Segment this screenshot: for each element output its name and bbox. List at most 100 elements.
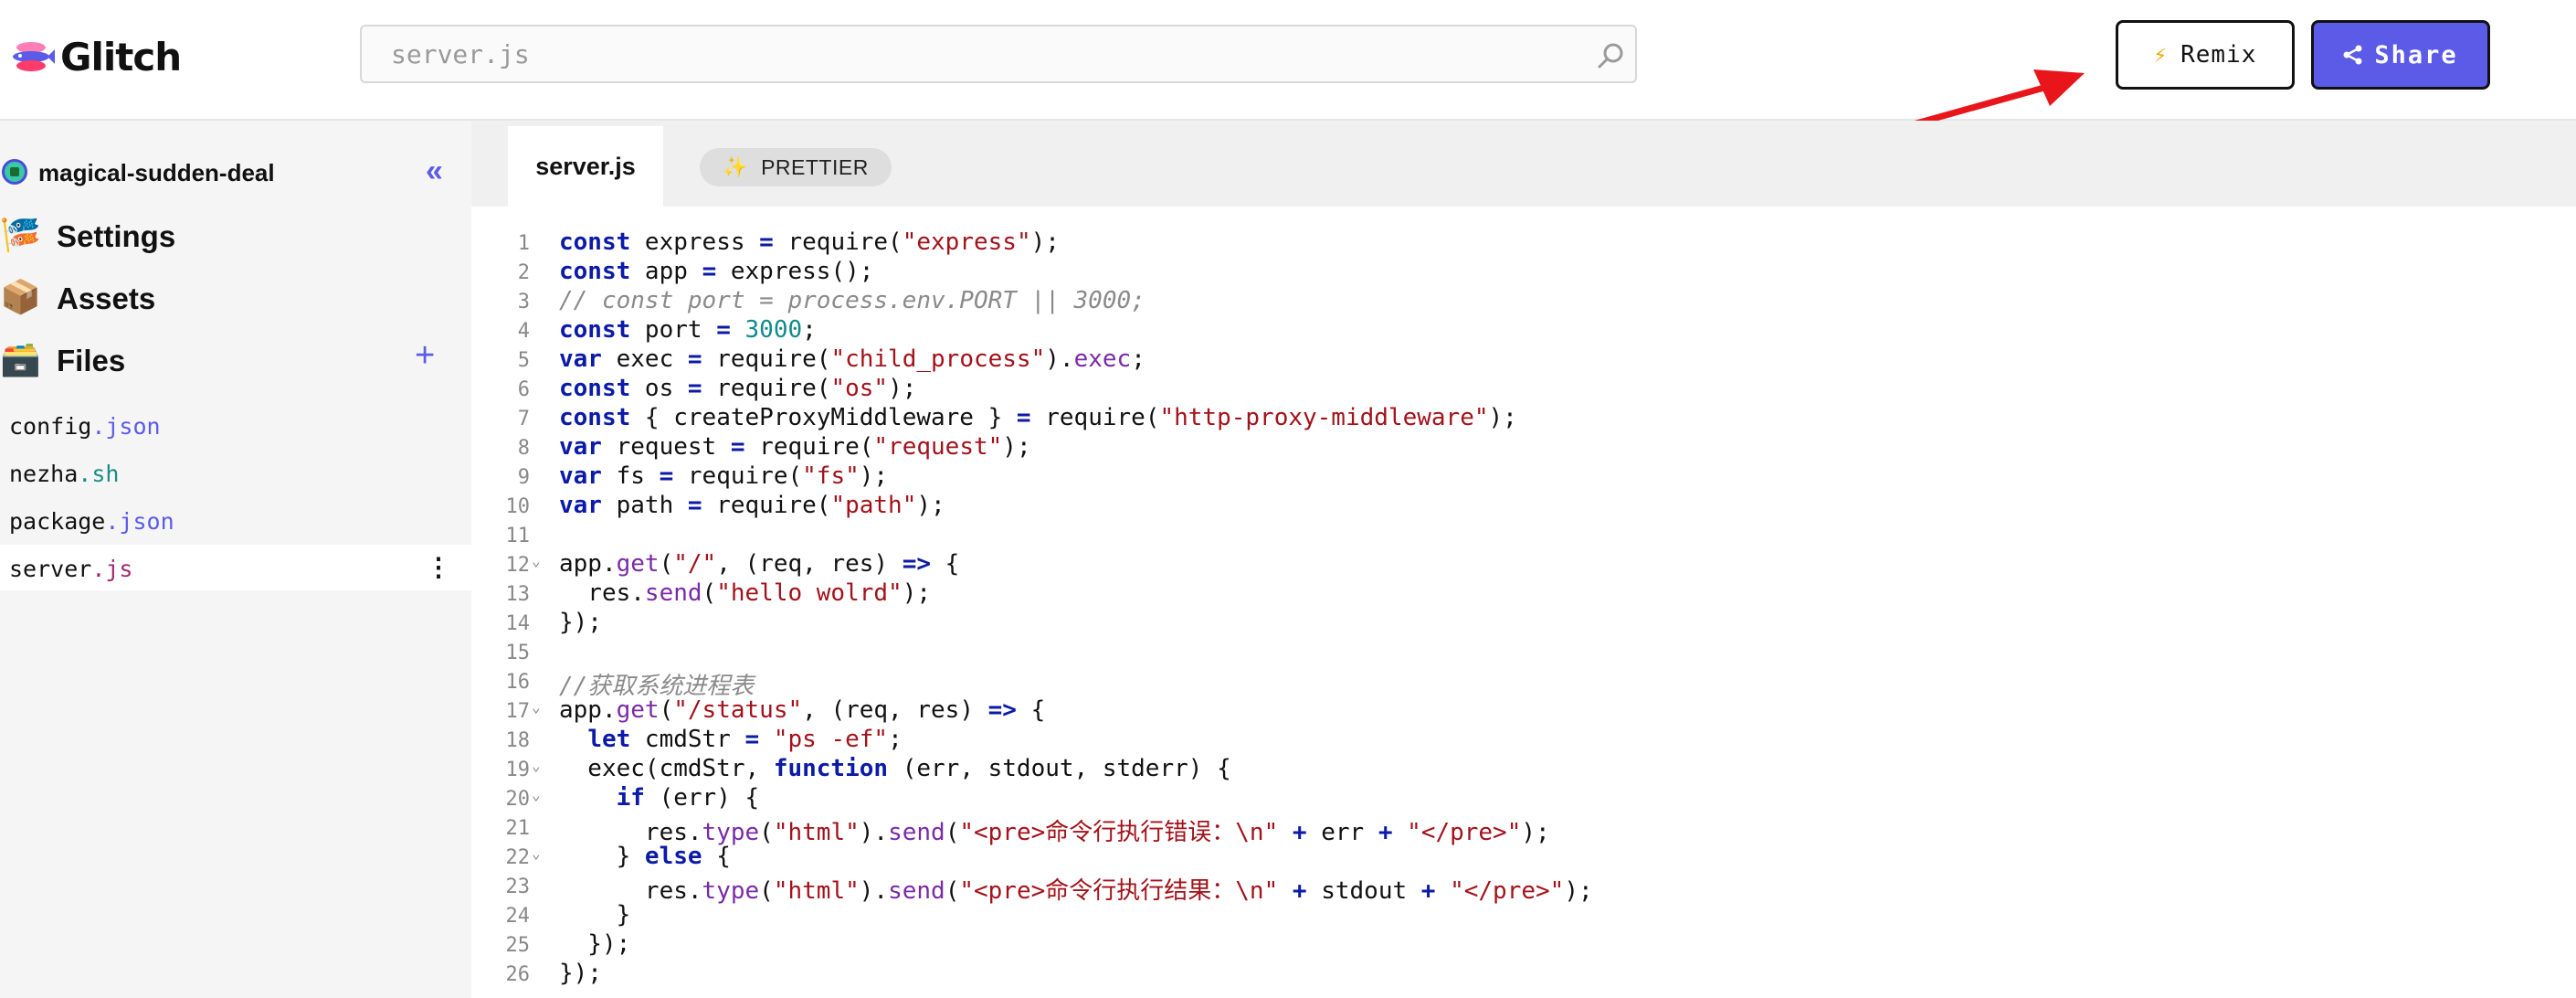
fold-chevron-icon[interactable]: ⌄ bbox=[532, 844, 541, 862]
code-text: }); bbox=[559, 960, 602, 987]
file-base: config bbox=[9, 413, 92, 440]
fold-chevron-icon[interactable]: ⌄ bbox=[532, 786, 541, 803]
code-text: var fs = require("fs"); bbox=[559, 462, 889, 490]
remix-button[interactable]: ⚡ Remix bbox=[2116, 20, 2295, 90]
code-text: const express = require("express"); bbox=[559, 228, 1060, 256]
settings-icon: 🎏 bbox=[0, 216, 41, 253]
code-text: res.send("hello wolrd"); bbox=[559, 579, 932, 607]
code-line[interactable]: 20 ⌄ if (err) { bbox=[471, 784, 2576, 813]
code-line[interactable]: 19 ⌄ exec(cmdStr, function (err, stdout, … bbox=[471, 755, 2576, 784]
line-number: 23 bbox=[505, 876, 531, 898]
code-line[interactable]: 24 } bbox=[471, 901, 2576, 930]
line-number: 8 bbox=[517, 437, 530, 460]
code-line[interactable]: 14}); bbox=[471, 609, 2576, 638]
code-line[interactable]: 22 ⌄ } else { bbox=[471, 843, 2576, 872]
code-line[interactable]: 25 }); bbox=[471, 930, 2576, 960]
project-header[interactable]: magical-sudden-deal « bbox=[0, 152, 471, 192]
sidebar-item-settings[interactable]: 🎏 Settings bbox=[0, 212, 471, 258]
code-line[interactable]: 17 ⌄ app.get("/status", (req, res) => { bbox=[471, 696, 2576, 726]
line-number: 22 bbox=[505, 846, 531, 869]
search-value: server.js bbox=[391, 39, 530, 69]
box-icon: 📦 bbox=[0, 278, 41, 315]
file-options-icon[interactable]: ⋮ bbox=[426, 552, 451, 582]
code-text: const { createProxyMiddleware } = requir… bbox=[559, 404, 1517, 431]
sidebar-item-assets[interactable]: 📦 Assets bbox=[0, 274, 471, 320]
line-number: 15 bbox=[505, 642, 531, 664]
fold-chevron-icon[interactable]: ⌄ bbox=[532, 757, 541, 774]
line-number: 14 bbox=[505, 612, 531, 635]
code-line[interactable]: 5 var exec = require("child_process").exe… bbox=[471, 345, 2576, 375]
file-base: package bbox=[9, 508, 106, 535]
code-text: }); bbox=[559, 609, 602, 636]
code-line[interactable]: 13 res.send("hello wolrd"); bbox=[471, 579, 2576, 609]
file-ext: .js bbox=[91, 556, 133, 582]
line-number: 9 bbox=[517, 466, 530, 489]
share-label: Share bbox=[2374, 40, 2458, 69]
file-item-nezha-sh[interactable]: nezha.sh bbox=[0, 450, 471, 495]
code-line[interactable]: 11 bbox=[471, 521, 2576, 550]
file-item-package-json[interactable]: package.json bbox=[0, 497, 471, 543]
logo-text: Glitch bbox=[60, 34, 182, 80]
line-number: 21 bbox=[505, 817, 531, 840]
code-line[interactable]: 12 ⌄ app.get("/", (req, res) => { bbox=[471, 550, 2576, 579]
code-line[interactable]: 15 bbox=[471, 638, 2576, 667]
line-number: 13 bbox=[505, 583, 531, 606]
code-line[interactable]: 10 var path = require("path"); bbox=[471, 492, 2576, 521]
line-number: 10 bbox=[505, 495, 531, 518]
code-line[interactable]: 7 const { createProxyMiddleware } = requi… bbox=[471, 404, 2576, 433]
code-line[interactable]: 21 res.type("html").send("<pre>命令行执行错误：\… bbox=[471, 813, 2576, 846]
top-header: Glitch server.js ⚡ Remix Share bbox=[0, 0, 2576, 121]
code-line[interactable]: 6 const os = require("os"); bbox=[471, 375, 2576, 404]
glitch-logo[interactable]: Glitch bbox=[11, 31, 182, 82]
line-number: 12 bbox=[505, 554, 531, 577]
tab-server-js[interactable]: server.js bbox=[508, 126, 663, 207]
code-line[interactable]: 4 const port = 3000; bbox=[471, 316, 2576, 345]
fold-chevron-icon[interactable]: ⌄ bbox=[532, 698, 541, 716]
search-icon[interactable] bbox=[1597, 41, 1626, 70]
code-text: exec(cmdStr, function (err, stdout, stde… bbox=[559, 755, 1231, 782]
sidebar-item-files[interactable]: 🗃️ Files + bbox=[0, 336, 471, 382]
code-line[interactable]: 8 var request = require("request"); bbox=[471, 433, 2576, 462]
glitch-fish-icon bbox=[13, 42, 55, 71]
search-input[interactable]: server.js bbox=[360, 25, 1637, 83]
file-ext: .json bbox=[105, 508, 174, 535]
line-number: 24 bbox=[505, 905, 531, 928]
lightning-icon: ⚡ bbox=[2153, 42, 2169, 68]
code-line[interactable]: 18 let cmdStr = "ps -ef"; bbox=[471, 726, 2576, 755]
file-base: nezha bbox=[9, 461, 79, 487]
code-line[interactable]: 23 res.type("html").send("<pre>命令行执行结果：\… bbox=[471, 872, 2576, 905]
line-number: 25 bbox=[505, 934, 531, 957]
code-line[interactable]: 2 const app = express(); bbox=[471, 258, 2576, 287]
code-text: let cmdStr = "ps -ef"; bbox=[587, 726, 903, 753]
prettier-button[interactable]: ✨ PRETTIER bbox=[700, 148, 892, 186]
code-text: var request = require("request"); bbox=[559, 433, 1031, 461]
line-number: 7 bbox=[517, 408, 530, 430]
collapse-sidebar-icon[interactable]: « bbox=[426, 154, 443, 189]
file-item-config-json[interactable]: config.json bbox=[0, 402, 471, 448]
line-number: 20 bbox=[505, 788, 531, 811]
code-text: app.get("/status", (req, res) => { bbox=[559, 696, 1046, 724]
add-file-icon[interactable]: + bbox=[415, 336, 435, 376]
code-text: if (err) { bbox=[616, 784, 760, 812]
code-line[interactable]: 9 var fs = require("fs"); bbox=[471, 462, 2576, 492]
code-line[interactable]: 16//获取系统进程表 bbox=[471, 667, 2576, 700]
code-text: } else { bbox=[559, 843, 731, 870]
file-item-server-js[interactable]: server.js ⋮ bbox=[0, 545, 471, 590]
sparkle-icon: ✨ bbox=[723, 155, 749, 178]
line-number: 17 bbox=[505, 700, 531, 723]
code-line[interactable]: 3 // const port = process.env.PORT || 300… bbox=[471, 287, 2576, 316]
line-number: 3 bbox=[517, 291, 530, 313]
project-avatar-icon bbox=[2, 159, 27, 185]
file-ext: .json bbox=[91, 413, 161, 440]
sidebar-item-label: Assets bbox=[57, 281, 156, 315]
line-number: 5 bbox=[517, 349, 530, 372]
code-text: var path = require("path"); bbox=[559, 492, 945, 519]
share-button[interactable]: Share bbox=[2311, 20, 2490, 90]
fold-chevron-icon[interactable]: ⌄ bbox=[532, 552, 541, 569]
code-line[interactable]: 26}); bbox=[471, 960, 2576, 989]
code-line[interactable]: 1 const express = require("express"); bbox=[471, 228, 2576, 258]
code-text: const os = require("os"); bbox=[559, 375, 917, 402]
code-editor[interactable]: server.js ✨ PRETTIER 1 const express = re… bbox=[471, 121, 2576, 998]
code-text: const port = 3000; bbox=[559, 316, 817, 344]
sidebar-item-label: Settings bbox=[57, 219, 176, 253]
